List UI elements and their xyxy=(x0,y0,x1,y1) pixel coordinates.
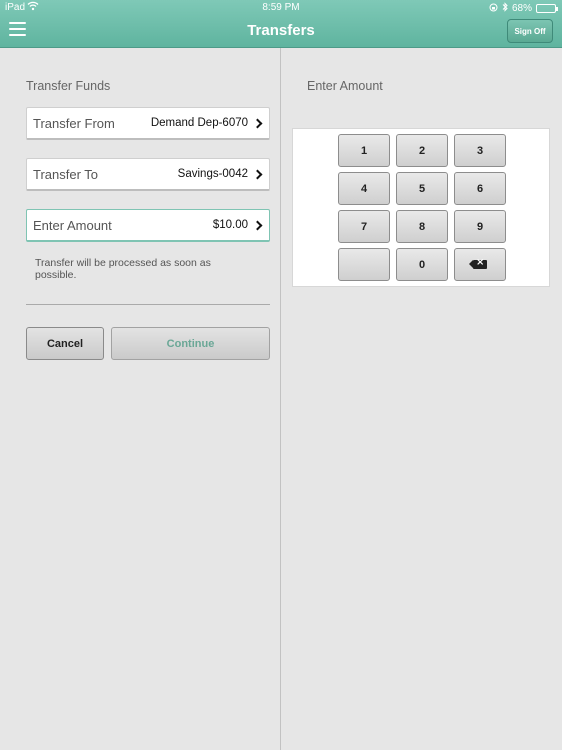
key-1[interactable]: 1 xyxy=(338,134,390,167)
key-2[interactable]: 2 xyxy=(396,134,448,167)
transfer-to-field[interactable]: Transfer To Savings-0042 xyxy=(26,158,270,191)
key-5[interactable]: 5 xyxy=(396,172,448,205)
sign-off-button[interactable]: Sign Off xyxy=(507,19,553,43)
key-3[interactable]: 3 xyxy=(454,134,506,167)
backspace-key[interactable] xyxy=(454,248,506,281)
transfer-from-field[interactable]: Transfer From Demand Dep-6070 xyxy=(26,107,270,140)
amount-field[interactable]: Enter Amount $10.00 xyxy=(26,209,270,242)
key-7[interactable]: 7 xyxy=(338,210,390,243)
backspace-icon xyxy=(469,257,487,269)
chevron-right-icon xyxy=(252,220,263,230)
key-0[interactable]: 0 xyxy=(396,248,448,281)
battery-percent: 68% xyxy=(511,3,532,14)
menu-icon[interactable] xyxy=(9,22,26,36)
page-title: Transfers xyxy=(247,22,315,39)
bluetooth-icon xyxy=(502,2,508,15)
app-header: iPad 8:59 PM 68% Transfers Sign Off xyxy=(0,0,562,48)
key-blank[interactable] xyxy=(338,248,390,281)
chevron-right-icon xyxy=(252,118,263,128)
status-bar: iPad 8:59 PM 68% xyxy=(0,0,562,15)
lock-rotation-icon xyxy=(489,3,498,15)
chevron-right-icon xyxy=(252,169,263,179)
section-title-transfer-funds: Transfer Funds xyxy=(26,79,111,93)
amount-entry-pane: Enter Amount 1 2 3 4 5 6 7 8 9 0 xyxy=(282,48,562,750)
battery-icon xyxy=(536,4,558,13)
key-6[interactable]: 6 xyxy=(454,172,506,205)
key-8[interactable]: 8 xyxy=(396,210,448,243)
cancel-button[interactable]: Cancel xyxy=(26,327,104,360)
key-9[interactable]: 9 xyxy=(454,210,506,243)
transfer-form-pane: Transfer Funds Transfer From Demand Dep-… xyxy=(0,48,281,750)
status-right: 68% xyxy=(489,2,558,15)
amount-label: Enter Amount xyxy=(33,217,112,233)
numeric-keypad: 1 2 3 4 5 6 7 8 9 0 xyxy=(292,128,550,287)
key-4[interactable]: 4 xyxy=(338,172,390,205)
processing-note: Transfer will be processed as soon as po… xyxy=(35,257,211,281)
section-title-enter-amount: Enter Amount xyxy=(307,79,383,93)
transfer-to-value: Savings-0042 xyxy=(177,168,248,180)
continue-button[interactable]: Continue xyxy=(111,327,270,360)
transfer-from-value: Demand Dep-6070 xyxy=(150,117,248,129)
transfer-to-label: Transfer To xyxy=(33,166,99,182)
transfer-from-label: Transfer From xyxy=(33,115,115,131)
divider xyxy=(26,304,270,305)
status-time: 8:59 PM xyxy=(262,2,300,13)
amount-value: $10.00 xyxy=(212,219,248,231)
